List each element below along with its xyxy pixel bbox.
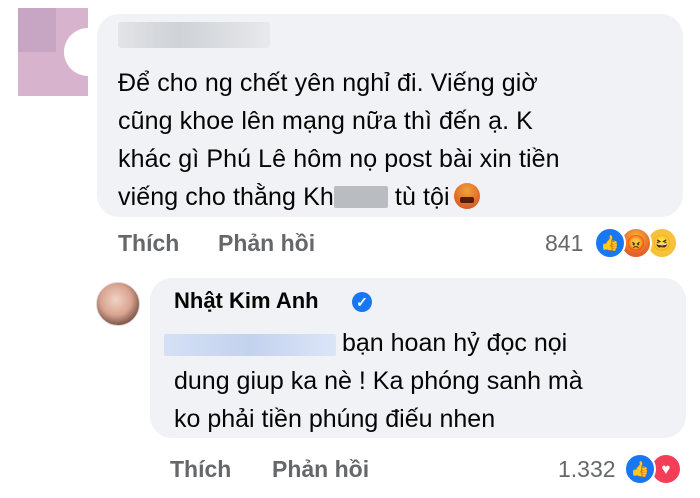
like-icon[interactable]: 👍 bbox=[594, 227, 626, 259]
commenter-avatar-blurred[interactable] bbox=[18, 8, 88, 96]
verified-badge-icon: ✓ bbox=[352, 292, 372, 312]
comment-line: cũng khoe lên mạng nữa thì đến ạ. K bbox=[118, 107, 533, 135]
reply-line: dung giup ka nè ! Ka phóng sanh mà bbox=[174, 367, 583, 395]
reply-text: bạn hoan hỷ đọc nọi dung giup ka nè ! Ka… bbox=[174, 324, 674, 438]
reaction-count[interactable]: 1.332 bbox=[558, 456, 616, 483]
avatar-blur-circle bbox=[64, 28, 88, 76]
avatar-blur-block bbox=[18, 8, 56, 52]
reaction-count[interactable]: 841 bbox=[545, 230, 583, 257]
comment-line-part: tù tội bbox=[387, 183, 450, 211]
like-icon[interactable]: 👍 bbox=[624, 453, 656, 485]
reply-line-part: bạn hoan hỷ đọc nọi bbox=[342, 329, 568, 357]
reply-line: ko phải tiền phúng điếu nhen bbox=[174, 405, 496, 433]
comment-line-part: viếng cho thằng Kh bbox=[118, 183, 334, 211]
commenter-name-blurred[interactable] bbox=[118, 22, 270, 48]
like-button[interactable]: Thích bbox=[118, 230, 179, 257]
comment-line: viếng cho thằng Kh tù tội bbox=[118, 178, 678, 216]
reply-author-name[interactable]: Nhật Kim Anh bbox=[174, 288, 319, 314]
angry-emoji-icon bbox=[453, 183, 480, 209]
like-button[interactable]: Thích bbox=[170, 456, 231, 483]
reply-line: bạn hoan hỷ đọc nọi bbox=[174, 324, 674, 362]
reply-button[interactable]: Phản hồi bbox=[218, 230, 315, 257]
reply-author-avatar[interactable] bbox=[96, 282, 140, 326]
comment-line: Để cho ng chết yên nghỉ đi. Viếng giờ bbox=[118, 69, 538, 97]
comment-text: Để cho ng chết yên nghỉ đi. Viếng giờ cũ… bbox=[118, 64, 678, 216]
comment-line: khác gì Phú Lê hôm nọ post bài xin tiền bbox=[118, 145, 560, 173]
redacted-name bbox=[333, 186, 388, 208]
reply-button[interactable]: Phản hồi bbox=[272, 456, 369, 483]
